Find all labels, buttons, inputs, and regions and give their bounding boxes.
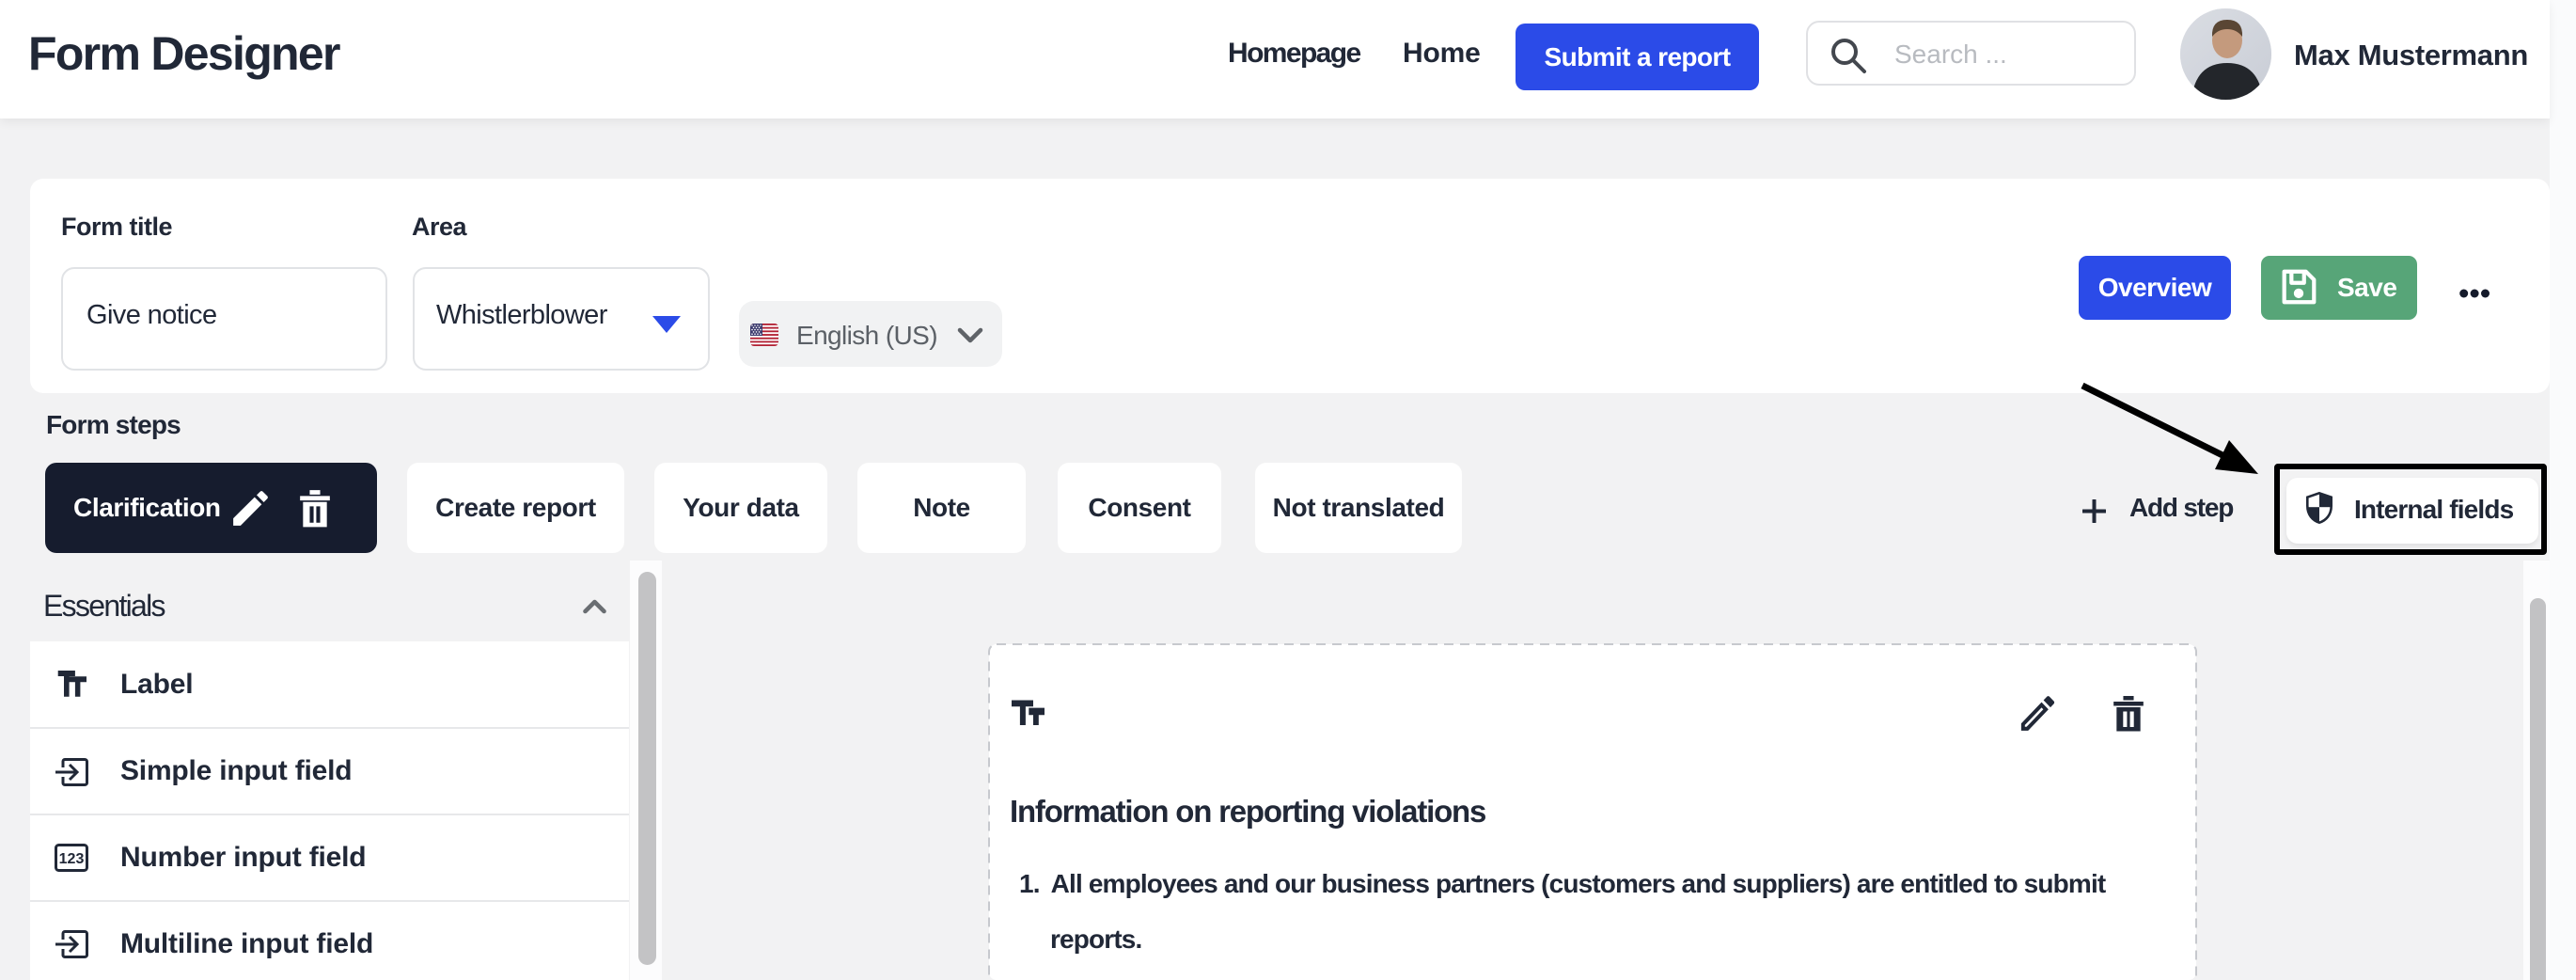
svg-text:123: 123: [59, 851, 85, 867]
